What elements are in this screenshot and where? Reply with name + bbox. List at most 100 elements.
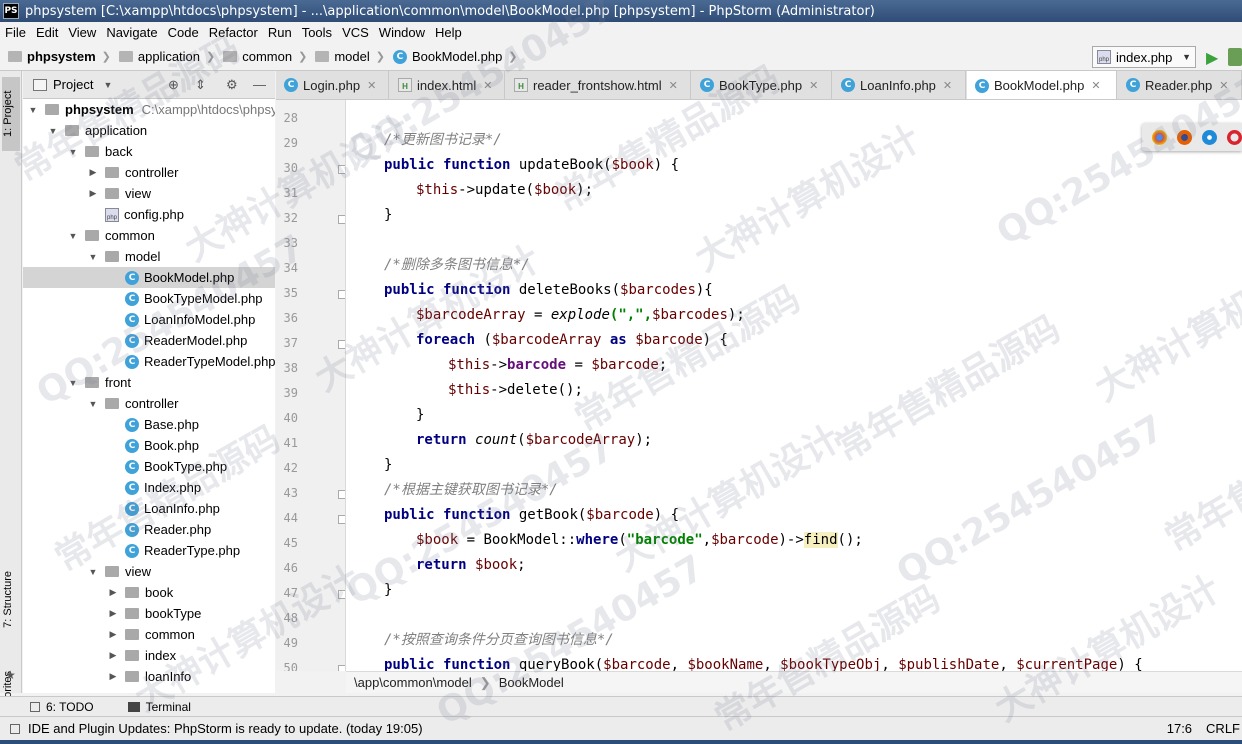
menu-refactor[interactable]: Refactor: [204, 25, 263, 40]
tree-item[interactable]: ▼ back: [23, 141, 275, 162]
close-icon[interactable]: ✕: [1091, 79, 1100, 92]
tab-index-html[interactable]: Hindex.html ✕: [390, 71, 505, 99]
tree-item[interactable]: ▼ phpsystem C:\xampp\htdocs\phpsy: [23, 99, 275, 120]
tree-item[interactable]: ▶ controller: [23, 162, 275, 183]
notification-icon[interactable]: [10, 723, 20, 734]
run-configuration-select[interactable]: php index.php ▼: [1092, 46, 1196, 68]
close-icon[interactable]: ✕: [483, 79, 492, 92]
chevron-down-icon[interactable]: ▼: [103, 80, 112, 90]
menu-navigate[interactable]: Navigate: [101, 25, 162, 40]
tool-tab-terminal[interactable]: Terminal: [127, 700, 191, 714]
fold-marker-icon[interactable]: [338, 215, 345, 224]
chevron-right-icon[interactable]: ▶: [107, 650, 119, 661]
fold-marker-icon[interactable]: [338, 340, 345, 349]
code-editor[interactable]: /*更新图书记录*/ public function updateBook($b…: [346, 100, 1242, 671]
fold-marker-icon[interactable]: [338, 665, 345, 671]
fold-marker-icon[interactable]: [338, 490, 345, 499]
breadcrumb-common[interactable]: common ❯: [215, 49, 307, 64]
fold-marker-icon[interactable]: [338, 290, 345, 299]
tree-item[interactable]: C Index.php: [23, 477, 275, 498]
menu-edit[interactable]: Edit: [31, 25, 63, 40]
breadcrumb-model[interactable]: model ❯: [307, 49, 385, 64]
tree-item[interactable]: C Book.php: [23, 435, 275, 456]
tab-loaninfo-php[interactable]: C LoanInfo.php ✕: [833, 71, 966, 99]
opera-icon[interactable]: [1227, 129, 1242, 145]
tree-item[interactable]: C BookTypeModel.php: [23, 288, 275, 309]
tool-tab-structure[interactable]: 7: Structure: [2, 571, 14, 628]
tab-login-php[interactable]: C Login.php ✕: [276, 71, 389, 99]
tree-item[interactable]: C ReaderModel.php: [23, 330, 275, 351]
tree-item[interactable]: ▼ controller: [23, 393, 275, 414]
menu-file[interactable]: File: [0, 25, 31, 40]
tree-item[interactable]: ▶ common: [23, 624, 275, 645]
tab-booktype-php[interactable]: C BookType.php ✕: [692, 71, 832, 99]
tool-tab-project[interactable]: 1: Project: [2, 77, 20, 151]
chevron-right-icon[interactable]: ▶: [87, 167, 99, 178]
menu-vcs[interactable]: VCS: [337, 25, 374, 40]
editor-breadcrumb-class[interactable]: BookModel: [499, 675, 564, 690]
menu-tools[interactable]: Tools: [297, 25, 337, 40]
tree-item[interactable]: C BookType.php: [23, 456, 275, 477]
close-icon[interactable]: ✕: [367, 79, 376, 92]
menu-view[interactable]: View: [63, 25, 101, 40]
tool-tab-todo[interactable]: 6: TODO: [30, 700, 94, 714]
tree-item[interactable]: C LoanInfo.php: [23, 498, 275, 519]
firefox-icon[interactable]: [1177, 129, 1192, 145]
close-icon[interactable]: ✕: [1219, 79, 1228, 92]
chevron-right-icon[interactable]: ▶: [107, 587, 119, 598]
breadcrumb-application[interactable]: application ❯: [111, 49, 215, 64]
tree-item[interactable]: C Base.php: [23, 414, 275, 435]
tab-bookmodel-php[interactable]: C BookModel.php ✕: [967, 71, 1117, 99]
fold-marker-icon[interactable]: [338, 165, 345, 174]
editor-breadcrumb-namespace[interactable]: \app\common\model: [354, 675, 472, 690]
tree-item[interactable]: ▶ bookType: [23, 603, 275, 624]
tree-item[interactable]: ▶ index: [23, 645, 275, 666]
safari-icon[interactable]: [1202, 129, 1217, 145]
chevron-right-icon[interactable]: ▶: [107, 671, 119, 682]
chevron-right-icon[interactable]: ▶: [107, 608, 119, 619]
line-separator[interactable]: CRLF: [1206, 721, 1240, 736]
tree-item[interactable]: php config.php: [23, 204, 275, 225]
tree-item[interactable]: ▼ common: [23, 225, 275, 246]
chevron-right-icon[interactable]: ▶: [87, 188, 99, 199]
chevron-down-icon[interactable]: ▼: [87, 399, 99, 409]
tree-item[interactable]: ▼ model: [23, 246, 275, 267]
chevron-down-icon[interactable]: ▼: [67, 231, 79, 241]
caret-position[interactable]: 17:6: [1167, 721, 1192, 736]
target-icon[interactable]: ⊕: [168, 77, 179, 93]
tab-reader-php[interactable]: C Reader.php ✕: [1118, 71, 1242, 99]
breadcrumb-project[interactable]: phpsystem ❯: [0, 49, 111, 64]
bug-icon[interactable]: [1228, 48, 1242, 66]
tree-item[interactable]: ▶ view: [23, 183, 275, 204]
tree-item[interactable]: C ReaderTypeModel.php: [23, 351, 275, 372]
status-message[interactable]: IDE and Plugin Updates: PhpStorm is read…: [28, 721, 423, 736]
close-icon[interactable]: ✕: [669, 79, 678, 92]
gear-icon[interactable]: ⚙: [226, 77, 238, 93]
chevron-right-icon[interactable]: ▶: [107, 629, 119, 640]
tree-item[interactable]: C BookModel.php: [23, 267, 275, 288]
project-panel-title[interactable]: Project: [53, 77, 93, 92]
tree-item[interactable]: ▶ loanInfo: [23, 666, 275, 687]
menu-help[interactable]: Help: [430, 25, 467, 40]
breadcrumb-file[interactable]: C BookModel.php ❯: [385, 49, 518, 64]
tree-item[interactable]: C LoanInfoModel.php: [23, 309, 275, 330]
chevron-down-icon[interactable]: ▼: [87, 567, 99, 577]
chevron-down-icon[interactable]: ▼: [87, 252, 99, 262]
chevron-down-icon[interactable]: ▼: [27, 105, 39, 115]
close-icon[interactable]: ✕: [809, 79, 818, 92]
tree-item[interactable]: ▶ book: [23, 582, 275, 603]
tab-reader-frontshow-html[interactable]: Hreader_frontshow.html ✕: [506, 71, 691, 99]
menu-run[interactable]: Run: [263, 25, 297, 40]
tree-item[interactable]: ▼ application: [23, 120, 275, 141]
tree-item[interactable]: ▼ front: [23, 372, 275, 393]
chevron-down-icon[interactable]: ▼: [67, 378, 79, 388]
collapse-all-icon[interactable]: ⇕: [195, 77, 206, 93]
menu-code[interactable]: Code: [163, 25, 204, 40]
fold-marker-icon[interactable]: [338, 515, 345, 524]
tree-item[interactable]: C ReaderType.php: [23, 540, 275, 561]
hide-panel-icon[interactable]: —: [253, 77, 266, 92]
chevron-down-icon[interactable]: ▼: [67, 147, 79, 157]
menu-window[interactable]: Window: [374, 25, 430, 40]
tree-item[interactable]: ▼ view: [23, 561, 275, 582]
chevron-down-icon[interactable]: ▼: [47, 126, 59, 136]
